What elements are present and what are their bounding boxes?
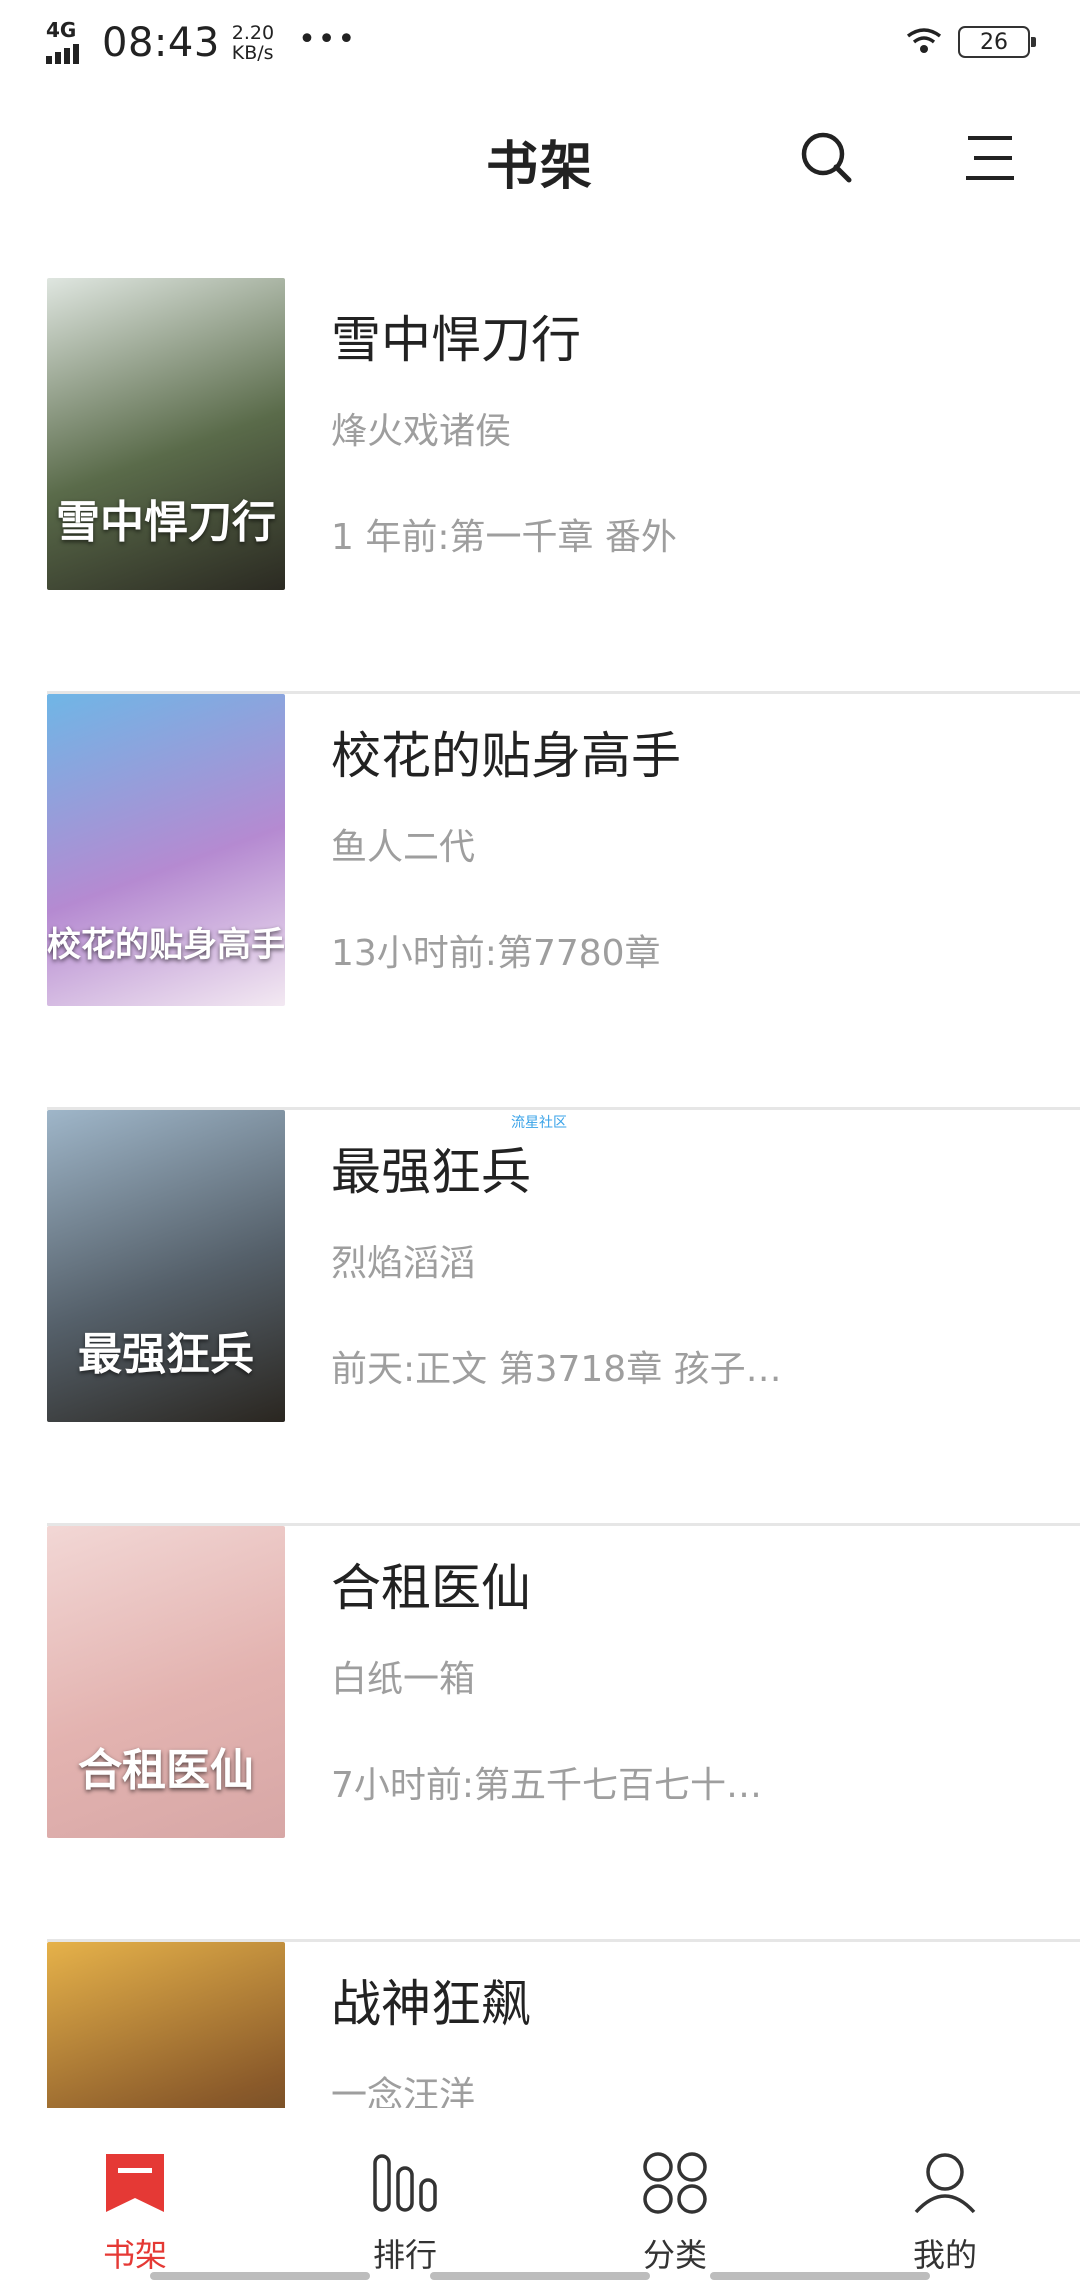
battery-level: 26 bbox=[980, 29, 1008, 55]
latest-chapter: 7小时前:第五千七百七十… bbox=[331, 1765, 763, 1806]
book-cover[interactable]: 合租医仙 bbox=[47, 1526, 285, 1838]
book-author: 烈焰滔滔 bbox=[331, 1243, 476, 1284]
nav-label: 分类 bbox=[642, 2236, 707, 2274]
cover-title: 合租医仙 bbox=[78, 1745, 254, 1796]
speed-unit: KB/s bbox=[231, 42, 274, 64]
book-cover[interactable] bbox=[47, 1942, 285, 2108]
book-title: 雪中悍刀行 bbox=[331, 311, 581, 369]
status-left: 4G 08:43 2.20 KB/s ••• bbox=[46, 18, 357, 68]
wifi-icon bbox=[904, 24, 944, 60]
network-speed: 2.20 KB/s bbox=[232, 23, 274, 63]
book-item[interactable]: 最强狂兵 最强狂兵 烈焰滔滔 前天:正文 第3718章 孩子… bbox=[47, 1110, 1080, 1526]
profile-icon bbox=[910, 2148, 980, 2218]
book-author: 烽火戏诸侯 bbox=[331, 411, 512, 452]
latest-chapter: 1 年前:第一千章 番外 bbox=[331, 517, 677, 558]
latest-chapter: 前天:正文 第3718章 孩子… bbox=[331, 1349, 782, 1390]
ranking-icon bbox=[370, 2148, 440, 2218]
more-dots-icon: ••• bbox=[298, 21, 358, 57]
book-author: 白纸一箱 bbox=[331, 1659, 476, 1700]
book-author: 鱼人二代 bbox=[331, 827, 476, 868]
bookshelf-icon bbox=[100, 2148, 170, 2218]
cover-title: 校花的贴身高手 bbox=[47, 925, 285, 965]
book-author: 一念汪洋 bbox=[331, 2075, 476, 2108]
nav-ranking[interactable]: 排行 bbox=[270, 2110, 540, 2280]
cover-title: 雪中悍刀行 bbox=[56, 497, 276, 548]
home-indicator bbox=[0, 2272, 1080, 2280]
book-title: 最强狂兵 bbox=[331, 1112, 567, 1204]
book-cover[interactable]: 雪中悍刀行 bbox=[47, 278, 285, 590]
status-right: 26 bbox=[904, 24, 1036, 60]
nav-profile[interactable]: 我的 bbox=[810, 2110, 1080, 2280]
page-title: 书架 bbox=[485, 137, 594, 197]
book-title: 合租医仙 bbox=[331, 1559, 531, 1617]
bottom-nav: 书架 排行 分类 我的 bbox=[0, 2110, 1080, 2280]
book-item[interactable]: 合租医仙 合租医仙 白纸一箱 7小时前:第五千七百七十… bbox=[47, 1526, 1080, 1942]
nav-bookshelf[interactable]: 书架 bbox=[0, 2110, 270, 2280]
nav-label: 书架 bbox=[102, 2236, 167, 2274]
nav-label: 我的 bbox=[912, 2236, 977, 2274]
cover-title: 最强狂兵 bbox=[78, 1329, 254, 1380]
category-icon bbox=[640, 2148, 710, 2218]
book-item[interactable]: 雪中悍刀行 雪中悍刀行 烽火戏诸侯 1 年前:第一千章 番外 bbox=[47, 278, 1080, 694]
search-icon bbox=[801, 132, 852, 183]
book-item[interactable]: 校花的贴身高手 校花的贴身高手 鱼人二代 13小时前:第7780章 bbox=[47, 694, 1080, 1110]
book-title: 校花的贴身高手 bbox=[331, 727, 681, 785]
search-button[interactable] bbox=[795, 126, 859, 190]
status-time: 08:43 bbox=[102, 20, 220, 66]
book-cover[interactable]: 校花的贴身高手 bbox=[47, 694, 285, 1006]
book-item[interactable]: 战神狂飙 一念汪洋 bbox=[47, 1942, 1080, 2108]
menu-button[interactable] bbox=[958, 126, 1022, 190]
nav-category[interactable]: 分类 bbox=[540, 2110, 810, 2280]
book-title: 战神狂飙 bbox=[331, 1975, 531, 2033]
nav-label: 排行 bbox=[372, 2236, 437, 2274]
app-header: 书架 bbox=[0, 90, 1080, 230]
book-list: 雪中悍刀行 雪中悍刀行 烽火戏诸侯 1 年前:第一千章 番外 校花的贴身高手 校… bbox=[0, 278, 1080, 2108]
book-cover[interactable]: 最强狂兵 bbox=[47, 1110, 285, 1422]
speed-value: 2.20 bbox=[231, 22, 275, 44]
battery-icon: 26 bbox=[958, 26, 1036, 58]
network-type: 4G bbox=[46, 18, 77, 42]
latest-chapter: 13小时前:第7780章 bbox=[331, 933, 661, 974]
status-bar: 4G 08:43 2.20 KB/s ••• 26 bbox=[0, 0, 1080, 84]
menu-icon bbox=[966, 136, 1014, 180]
signal-icon: 4G bbox=[46, 18, 92, 64]
